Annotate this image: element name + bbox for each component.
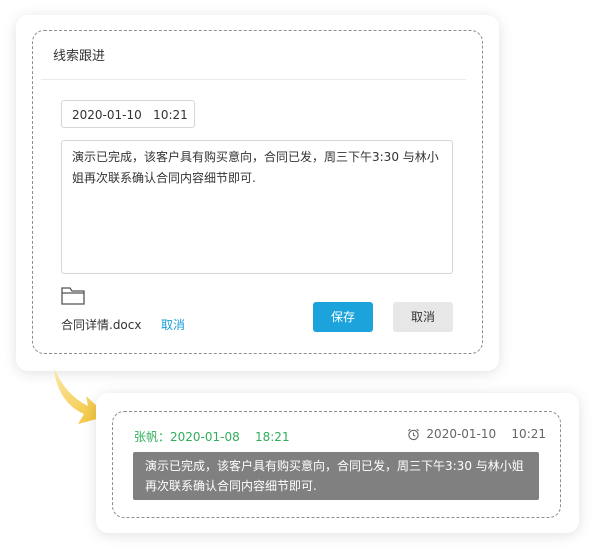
note-line-2: 再次联系确认合同内容细节即可. [145, 479, 317, 493]
follow-up-record-card: 张帆：2020-01-08 18:21 2020-01-10 10:21 演示已… [96, 393, 579, 533]
follow-up-form-panel: 线索跟进 2020-01-10 10:21 演示已完成，该客户具有购买意向，合同… [32, 30, 483, 354]
note-line-1: 演示已完成，该客户具有购买意向，合同已发，周三下午3:30 与林小姐 [145, 459, 524, 473]
follow-up-record-panel: 张帆：2020-01-08 18:21 2020-01-10 10:21 演示已… [112, 411, 561, 518]
follow-up-form-card: 线索跟进 2020-01-10 10:21 演示已完成，该客户具有购买意向，合同… [16, 15, 499, 371]
reminder-time-text: 2020-01-10 10:21 [426, 427, 546, 441]
attachment-cancel-link[interactable]: 取消 [161, 316, 185, 333]
save-button[interactable]: 保存 [313, 302, 373, 332]
datetime-input[interactable]: 2020-01-10 10:21 [61, 100, 195, 128]
author-timestamp: 张帆：2020-01-08 18:21 [134, 430, 290, 444]
note-content: 演示已完成，该客户具有购买意向，合同已发，周三下午3:30 与林小姐 再次联系确… [133, 452, 539, 500]
reminder-time: 2020-01-10 10:21 [407, 427, 546, 441]
panel-title: 线索跟进 [53, 49, 106, 64]
attachment-file-name: 合同详情.docx [61, 318, 142, 332]
cancel-button[interactable]: 取消 [393, 302, 453, 332]
title-divider [41, 79, 466, 80]
note-textarea[interactable]: 演示已完成，该客户具有购买意向，合同已发，周三下午3:30 与林小姐再次联系确认… [61, 140, 453, 274]
folder-icon[interactable] [61, 286, 85, 306]
alarm-clock-icon [408, 428, 420, 440]
